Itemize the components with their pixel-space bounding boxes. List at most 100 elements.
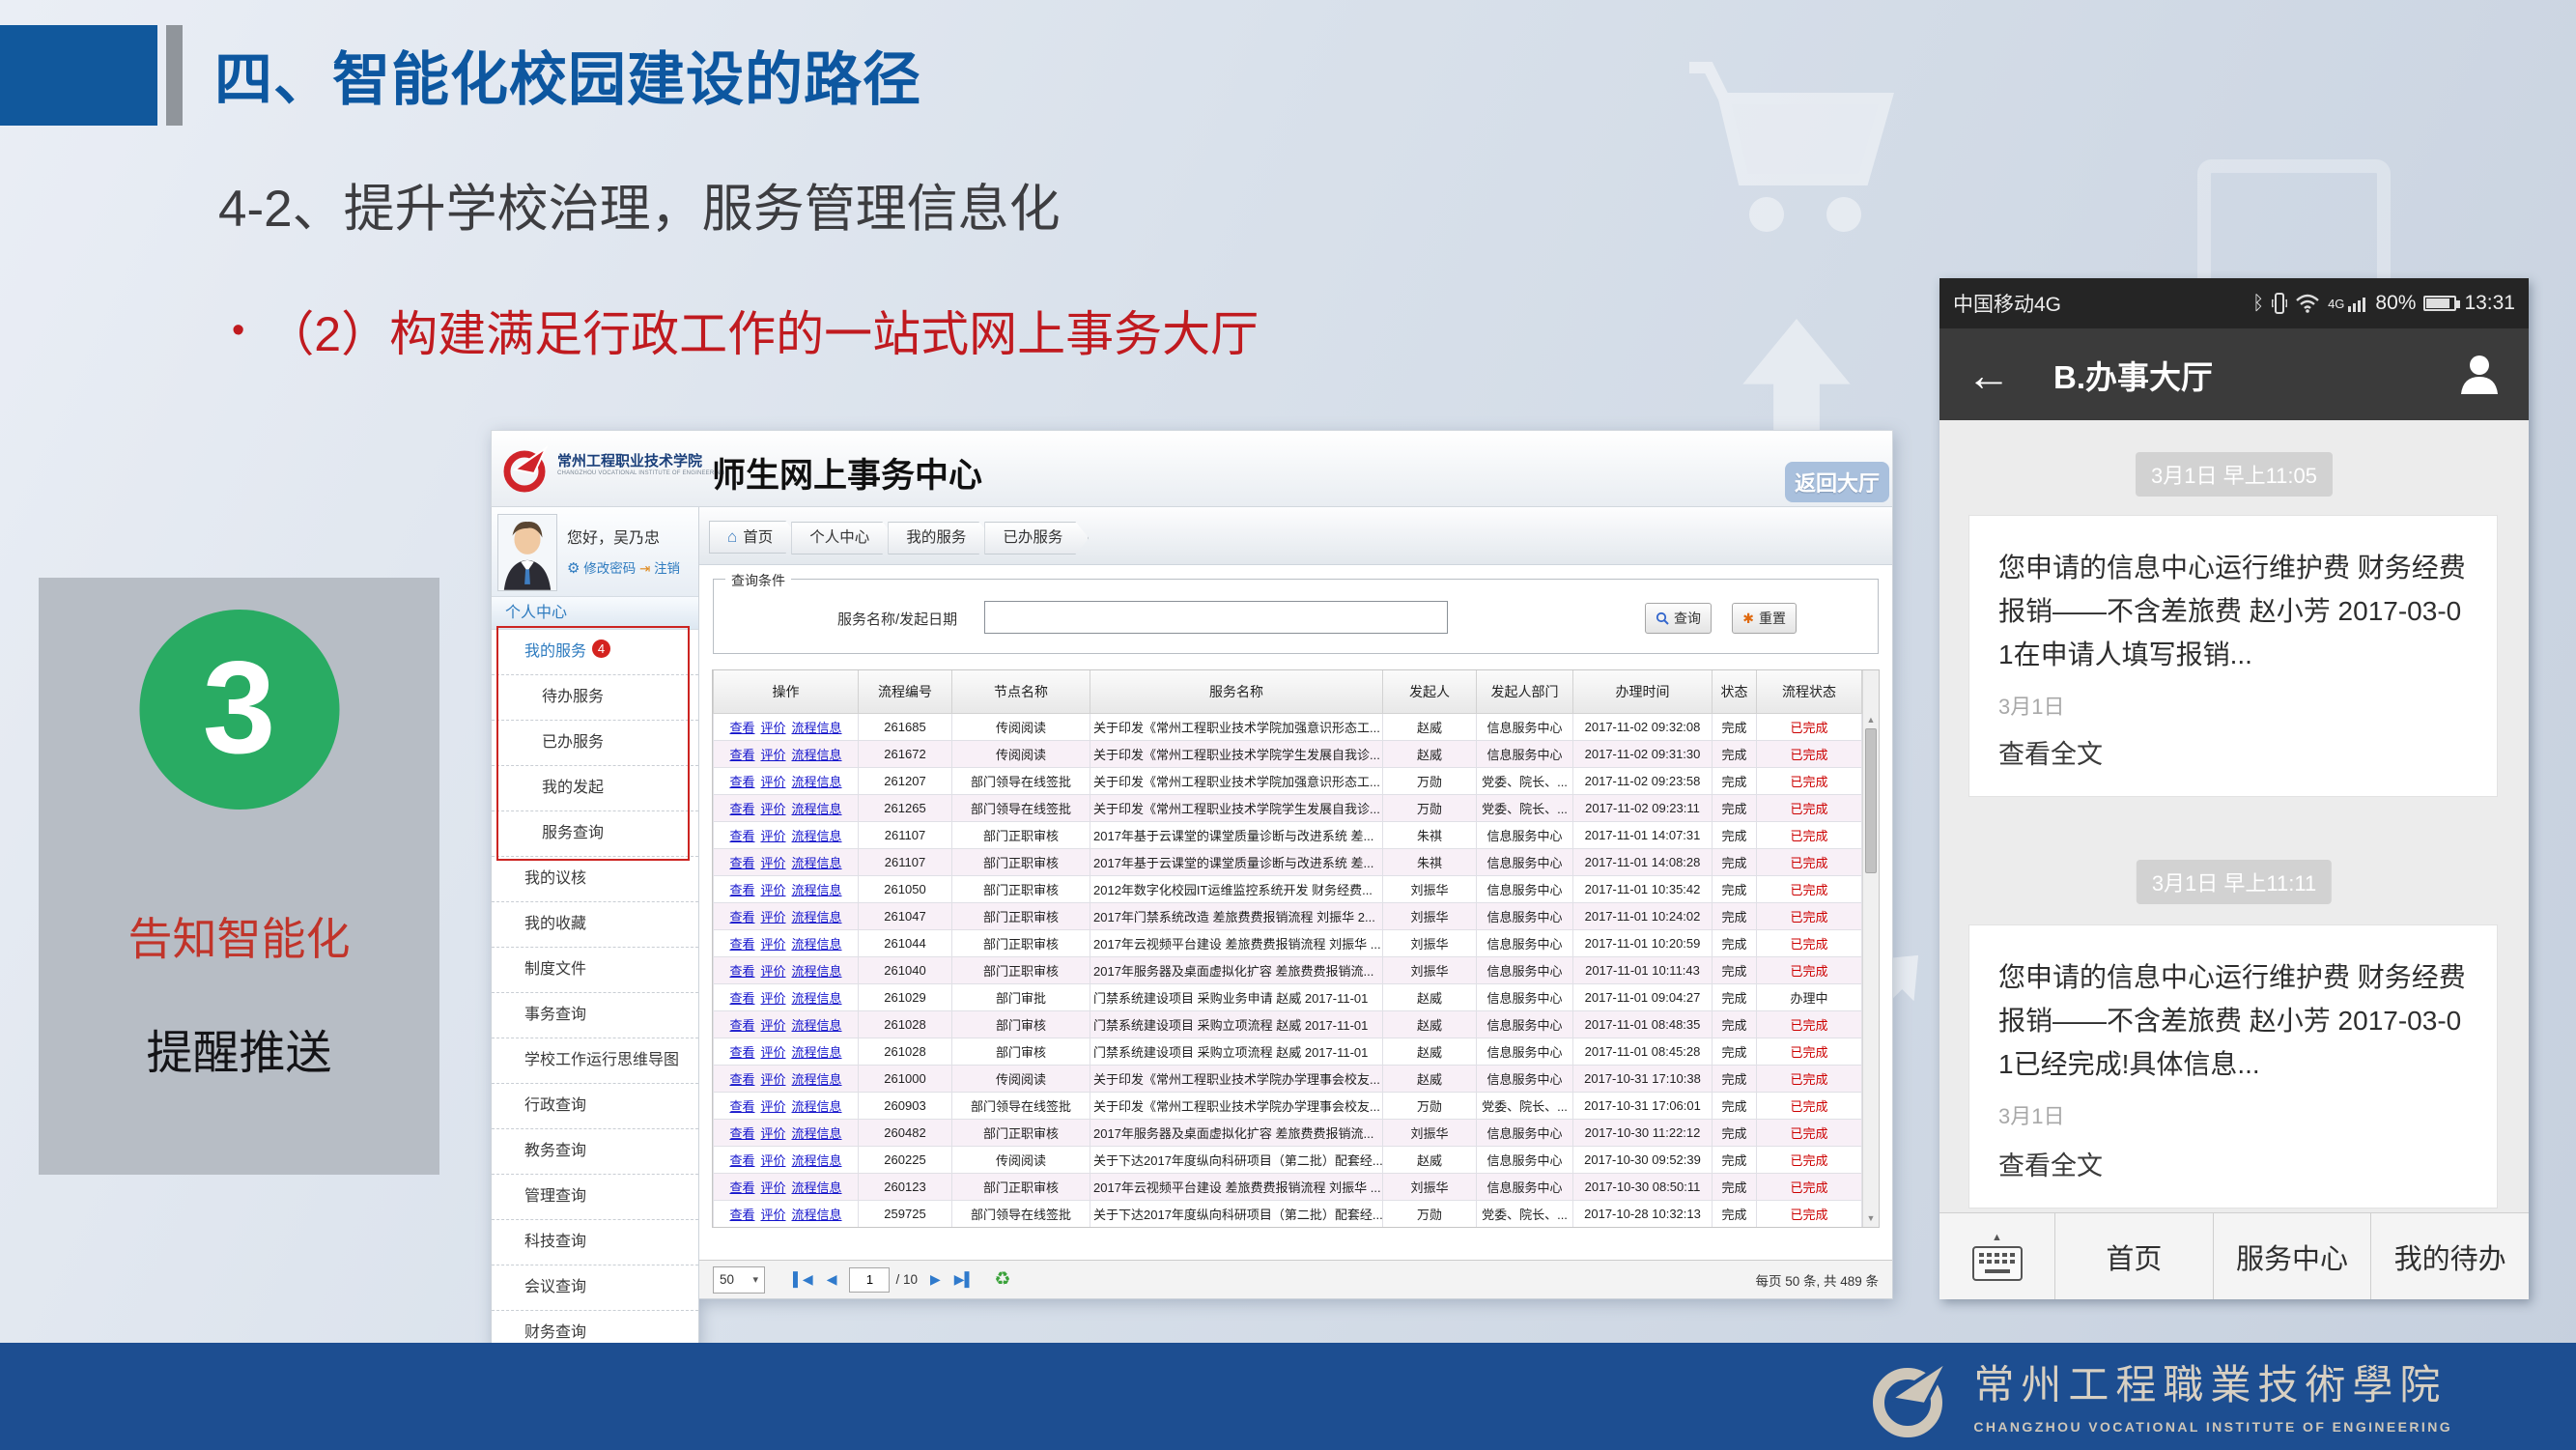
action-link-查看[interactable]: 查看 — [729, 1018, 754, 1033]
scroll-up-icon[interactable]: ▲ — [1863, 715, 1879, 725]
action-link-评价[interactable]: 评价 — [760, 1099, 785, 1114]
action-link-查看[interactable]: 查看 — [729, 802, 754, 816]
action-link-流程信息[interactable]: 流程信息 — [792, 748, 842, 762]
action-link-查看[interactable]: 查看 — [729, 1208, 754, 1222]
breadcrumb-tab-已办服务[interactable]: 已办服务 — [984, 522, 1089, 554]
action-link-评价[interactable]: 评价 — [760, 910, 785, 924]
action-link-评价[interactable]: 评价 — [760, 1045, 785, 1060]
action-link-评价[interactable]: 评价 — [760, 964, 785, 979]
sidebar-item-待办服务[interactable]: 待办服务 — [492, 675, 698, 721]
action-link-流程信息[interactable]: 流程信息 — [792, 991, 842, 1006]
breadcrumb-tab-首页[interactable]: ⌂首页 — [709, 521, 799, 554]
action-link-流程信息[interactable]: 流程信息 — [792, 1072, 842, 1087]
action-link-流程信息[interactable]: 流程信息 — [792, 1045, 842, 1060]
search-button[interactable]: 查询 — [1645, 603, 1712, 634]
action-link-查看[interactable]: 查看 — [729, 1072, 754, 1087]
action-link-流程信息[interactable]: 流程信息 — [792, 1018, 842, 1033]
action-link-评价[interactable]: 评价 — [760, 721, 785, 735]
sidebar-item-教务查询[interactable]: 教务查询 — [492, 1129, 698, 1175]
action-link-流程信息[interactable]: 流程信息 — [792, 802, 842, 816]
scroll-down-icon[interactable]: ▼ — [1863, 1213, 1879, 1223]
page-size-select[interactable]: 50 ▾ — [713, 1266, 765, 1294]
action-link-查看[interactable]: 查看 — [729, 910, 754, 924]
action-link-查看[interactable]: 查看 — [729, 1153, 754, 1168]
action-link-查看[interactable]: 查看 — [729, 1099, 754, 1114]
sidebar-item-服务查询[interactable]: 服务查询 — [492, 811, 698, 857]
action-link-查看[interactable]: 查看 — [729, 829, 754, 843]
action-link-流程信息[interactable]: 流程信息 — [792, 1126, 842, 1141]
action-link-查看[interactable]: 查看 — [729, 775, 754, 789]
phone-tab-服务中心[interactable]: 服务中心 — [2214, 1213, 2372, 1299]
sidebar-item-会议查询[interactable]: 会议查询 — [492, 1265, 698, 1311]
action-link-查看[interactable]: 查看 — [729, 1180, 754, 1195]
sidebar-section-personal[interactable]: 个人中心 — [492, 597, 698, 630]
action-link-评价[interactable]: 评价 — [760, 748, 785, 762]
action-link-查看[interactable]: 查看 — [729, 1045, 754, 1060]
reset-button[interactable]: ✱ 重置 — [1732, 603, 1797, 634]
action-link-流程信息[interactable]: 流程信息 — [792, 775, 842, 789]
sidebar-item-制度文件[interactable]: 制度文件 — [492, 948, 698, 993]
action-link-评价[interactable]: 评价 — [760, 991, 785, 1006]
action-link-评价[interactable]: 评价 — [760, 1018, 785, 1033]
action-link-流程信息[interactable]: 流程信息 — [792, 910, 842, 924]
action-link-查看[interactable]: 查看 — [729, 937, 754, 952]
action-link-查看[interactable]: 查看 — [729, 991, 754, 1006]
scrollbar-thumb[interactable] — [1865, 728, 1877, 873]
action-link-流程信息[interactable]: 流程信息 — [792, 883, 842, 897]
action-link-查看[interactable]: 查看 — [729, 748, 754, 762]
action-link-查看[interactable]: 查看 — [729, 964, 754, 979]
message-card[interactable]: 您申请的信息中心运行维护费 财务经费报销——不含差旅费 赵小芳 2017-03-… — [1968, 515, 2498, 797]
action-link-评价[interactable]: 评价 — [760, 1126, 785, 1141]
prev-page-button[interactable]: ◀ — [827, 1271, 837, 1288]
action-link-流程信息[interactable]: 流程信息 — [792, 964, 842, 979]
view-full-link[interactable]: 查看全文 — [1998, 1145, 2103, 1182]
page-input[interactable] — [849, 1267, 890, 1293]
sidebar-item-我的发起[interactable]: 我的发起 — [492, 766, 698, 811]
user-icon[interactable] — [2457, 352, 2502, 396]
action-link-流程信息[interactable]: 流程信息 — [792, 1099, 842, 1114]
keyboard-toggle[interactable]: ▲ — [1939, 1213, 2055, 1299]
action-link-流程信息[interactable]: 流程信息 — [792, 721, 842, 735]
first-page-button[interactable]: ▌◀ — [793, 1271, 813, 1288]
action-link-查看[interactable]: 查看 — [729, 721, 754, 735]
action-link-流程信息[interactable]: 流程信息 — [792, 1153, 842, 1168]
refresh-icon[interactable]: ♻ — [994, 1268, 1010, 1291]
change-password-link[interactable]: 修改密码 — [583, 561, 636, 576]
table-scrollbar[interactable]: ▲ ▼ — [1862, 670, 1879, 1227]
query-input[interactable] — [984, 601, 1448, 634]
sidebar-item-科技查询[interactable]: 科技查询 — [492, 1220, 698, 1265]
action-link-评价[interactable]: 评价 — [760, 829, 785, 843]
action-link-流程信息[interactable]: 流程信息 — [792, 856, 842, 870]
action-link-评价[interactable]: 评价 — [760, 1180, 785, 1195]
action-link-流程信息[interactable]: 流程信息 — [792, 1180, 842, 1195]
action-link-评价[interactable]: 评价 — [760, 1208, 785, 1222]
action-link-评价[interactable]: 评价 — [760, 1072, 785, 1087]
action-link-查看[interactable]: 查看 — [729, 883, 754, 897]
action-link-流程信息[interactable]: 流程信息 — [792, 829, 842, 843]
action-link-评价[interactable]: 评价 — [760, 802, 785, 816]
view-full-link[interactable]: 查看全文 — [1998, 733, 2103, 771]
phone-tab-首页[interactable]: 首页 — [2055, 1213, 2214, 1299]
back-arrow-icon[interactable]: ← — [1967, 353, 2011, 397]
sidebar-item-行政查询[interactable]: 行政查询 — [492, 1084, 698, 1129]
logout-link[interactable]: 注销 — [654, 561, 680, 576]
next-page-button[interactable]: ▶ — [930, 1271, 941, 1288]
action-link-评价[interactable]: 评价 — [760, 883, 785, 897]
action-link-评价[interactable]: 评价 — [760, 856, 785, 870]
sidebar-item-事务查询[interactable]: 事务查询 — [492, 993, 698, 1038]
action-link-流程信息[interactable]: 流程信息 — [792, 937, 842, 952]
return-hall-button[interactable]: 返回大厅 — [1785, 462, 1889, 502]
phone-tab-我的待办[interactable]: 我的待办 — [2371, 1213, 2529, 1299]
action-link-流程信息[interactable]: 流程信息 — [792, 1208, 842, 1222]
sidebar-item-我的议核[interactable]: 我的议核 — [492, 857, 698, 902]
action-link-评价[interactable]: 评价 — [760, 937, 785, 952]
action-link-评价[interactable]: 评价 — [760, 775, 785, 789]
action-link-查看[interactable]: 查看 — [729, 856, 754, 870]
last-page-button[interactable]: ▶▌ — [954, 1271, 975, 1288]
breadcrumb-tab-个人中心[interactable]: 个人中心 — [791, 522, 895, 554]
action-link-查看[interactable]: 查看 — [729, 1126, 754, 1141]
sidebar-item-管理查询[interactable]: 管理查询 — [492, 1175, 698, 1220]
sidebar-item-我的收藏[interactable]: 我的收藏 — [492, 902, 698, 948]
action-link-评价[interactable]: 评价 — [760, 1153, 785, 1168]
message-card[interactable]: 您申请的信息中心运行维护费 财务经费报销——不含差旅费 赵小芳 2017-03-… — [1968, 924, 2498, 1208]
